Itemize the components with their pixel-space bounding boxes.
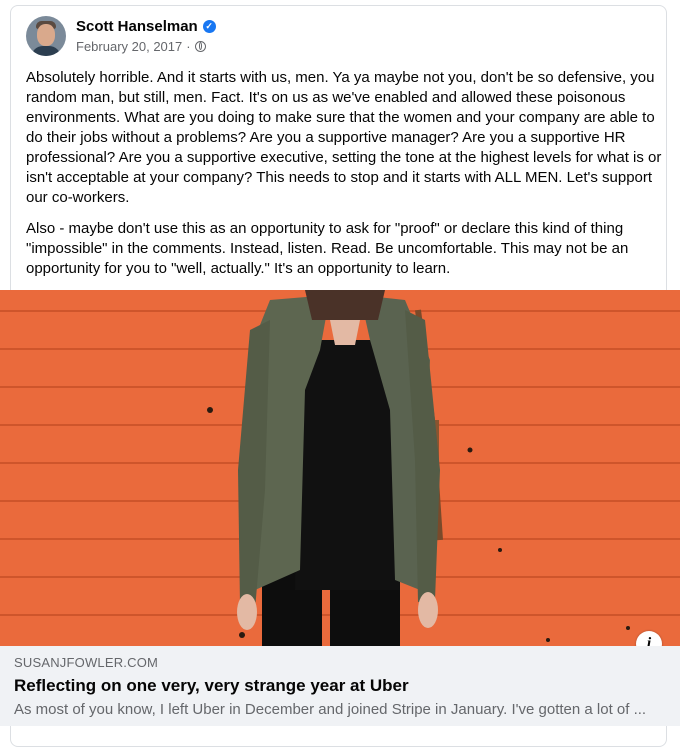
author-name[interactable]: Scott Hanselman xyxy=(76,18,198,35)
post-paragraph: Absolutely horrible. And it starts with … xyxy=(26,69,662,206)
meta-separator: · xyxy=(186,39,191,54)
link-preview-image[interactable] xyxy=(0,290,680,646)
post-header: Scott Hanselman ✓ February 20, 2017 · xyxy=(26,16,626,60)
author-row: Scott Hanselman ✓ xyxy=(76,18,216,35)
author-avatar[interactable] xyxy=(26,16,66,56)
post-body: Absolutely horrible. And it starts with … xyxy=(26,68,662,290)
link-title[interactable]: Reflecting on one very, very strange yea… xyxy=(14,676,409,696)
link-preview-caption[interactable]: SUSANJFOWLER.COM Reflecting on one very,… xyxy=(0,646,680,726)
post-date[interactable]: February 20, 2017 xyxy=(76,39,182,54)
post-paragraph: Also - maybe don't use this as an opport… xyxy=(26,220,629,277)
verified-badge-icon: ✓ xyxy=(202,20,216,33)
link-domain: SUSANJFOWLER.COM xyxy=(14,655,159,670)
post-meta: February 20, 2017 · xyxy=(76,39,206,54)
globe-icon[interactable] xyxy=(194,41,206,52)
person-photo xyxy=(207,290,630,646)
link-description: As most of you know, I left Uber in Dece… xyxy=(14,701,647,718)
